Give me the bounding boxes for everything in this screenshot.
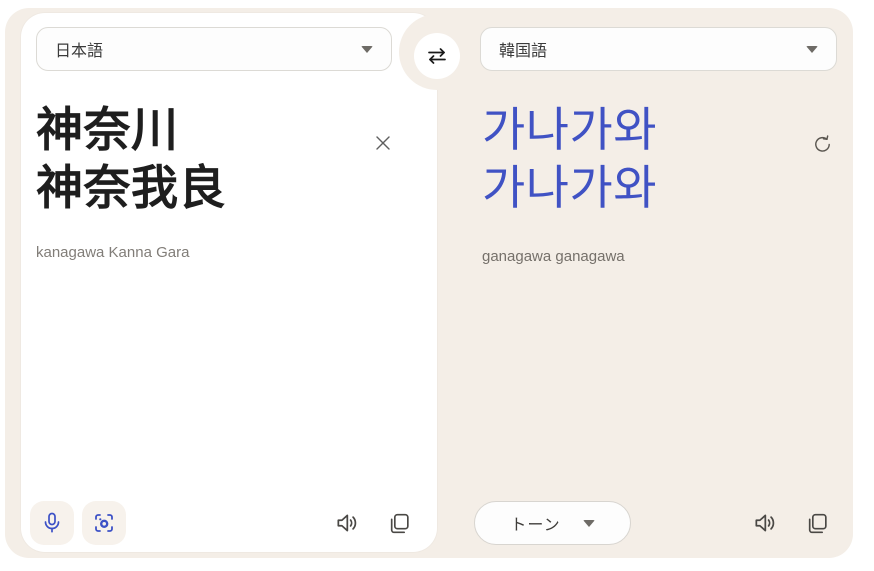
swap-arrows-icon [426,48,448,64]
source-text-line: 神奈我良 [36,161,226,214]
swap-languages-button[interactable] [414,33,460,79]
translator-app: 日本語 韓国語 神奈川 神奈我良 kanagawa Kanna Gara 가나가… [0,0,874,571]
translated-text[interactable]: 가나가와 가나가와 [482,101,657,217]
source-language-selector[interactable]: 日本語 [36,27,392,71]
target-language-selector[interactable]: 韓国語 [480,27,837,71]
chevron-down-icon [361,45,373,53]
copy-translation-button[interactable] [803,509,831,537]
source-panel [21,13,437,552]
translated-romanization: ganagawa ganagawa [482,248,625,265]
refresh-translation-button[interactable] [808,129,836,157]
source-language-label: 日本語 [55,43,104,60]
camera-translate-button[interactable] [82,501,126,545]
source-romanization: kanagawa Kanna Gara [36,244,190,261]
copy-icon [805,511,830,536]
tone-label: トーン [510,517,561,534]
tone-selector[interactable]: トーン [474,501,631,545]
copy-source-button[interactable] [385,509,413,537]
target-language-label: 韓国語 [499,43,548,60]
close-icon [371,131,395,155]
translated-text-line: 가나가와 [482,161,657,214]
clear-text-button[interactable] [369,129,397,157]
speaker-icon [752,510,778,536]
camera-scan-icon [92,511,116,535]
chevron-down-icon [806,45,818,53]
speak-source-button[interactable] [333,509,361,537]
speak-translation-button[interactable] [751,509,779,537]
microphone-icon [40,511,64,535]
translated-text-line: 가나가와 [482,103,657,156]
speaker-icon [334,510,360,536]
copy-icon [387,511,412,536]
voice-input-button[interactable] [30,501,74,545]
source-text[interactable]: 神奈川 神奈我良 [36,101,226,217]
chevron-down-icon [582,519,595,527]
source-text-line: 神奈川 [36,103,179,156]
refresh-icon [811,132,834,155]
